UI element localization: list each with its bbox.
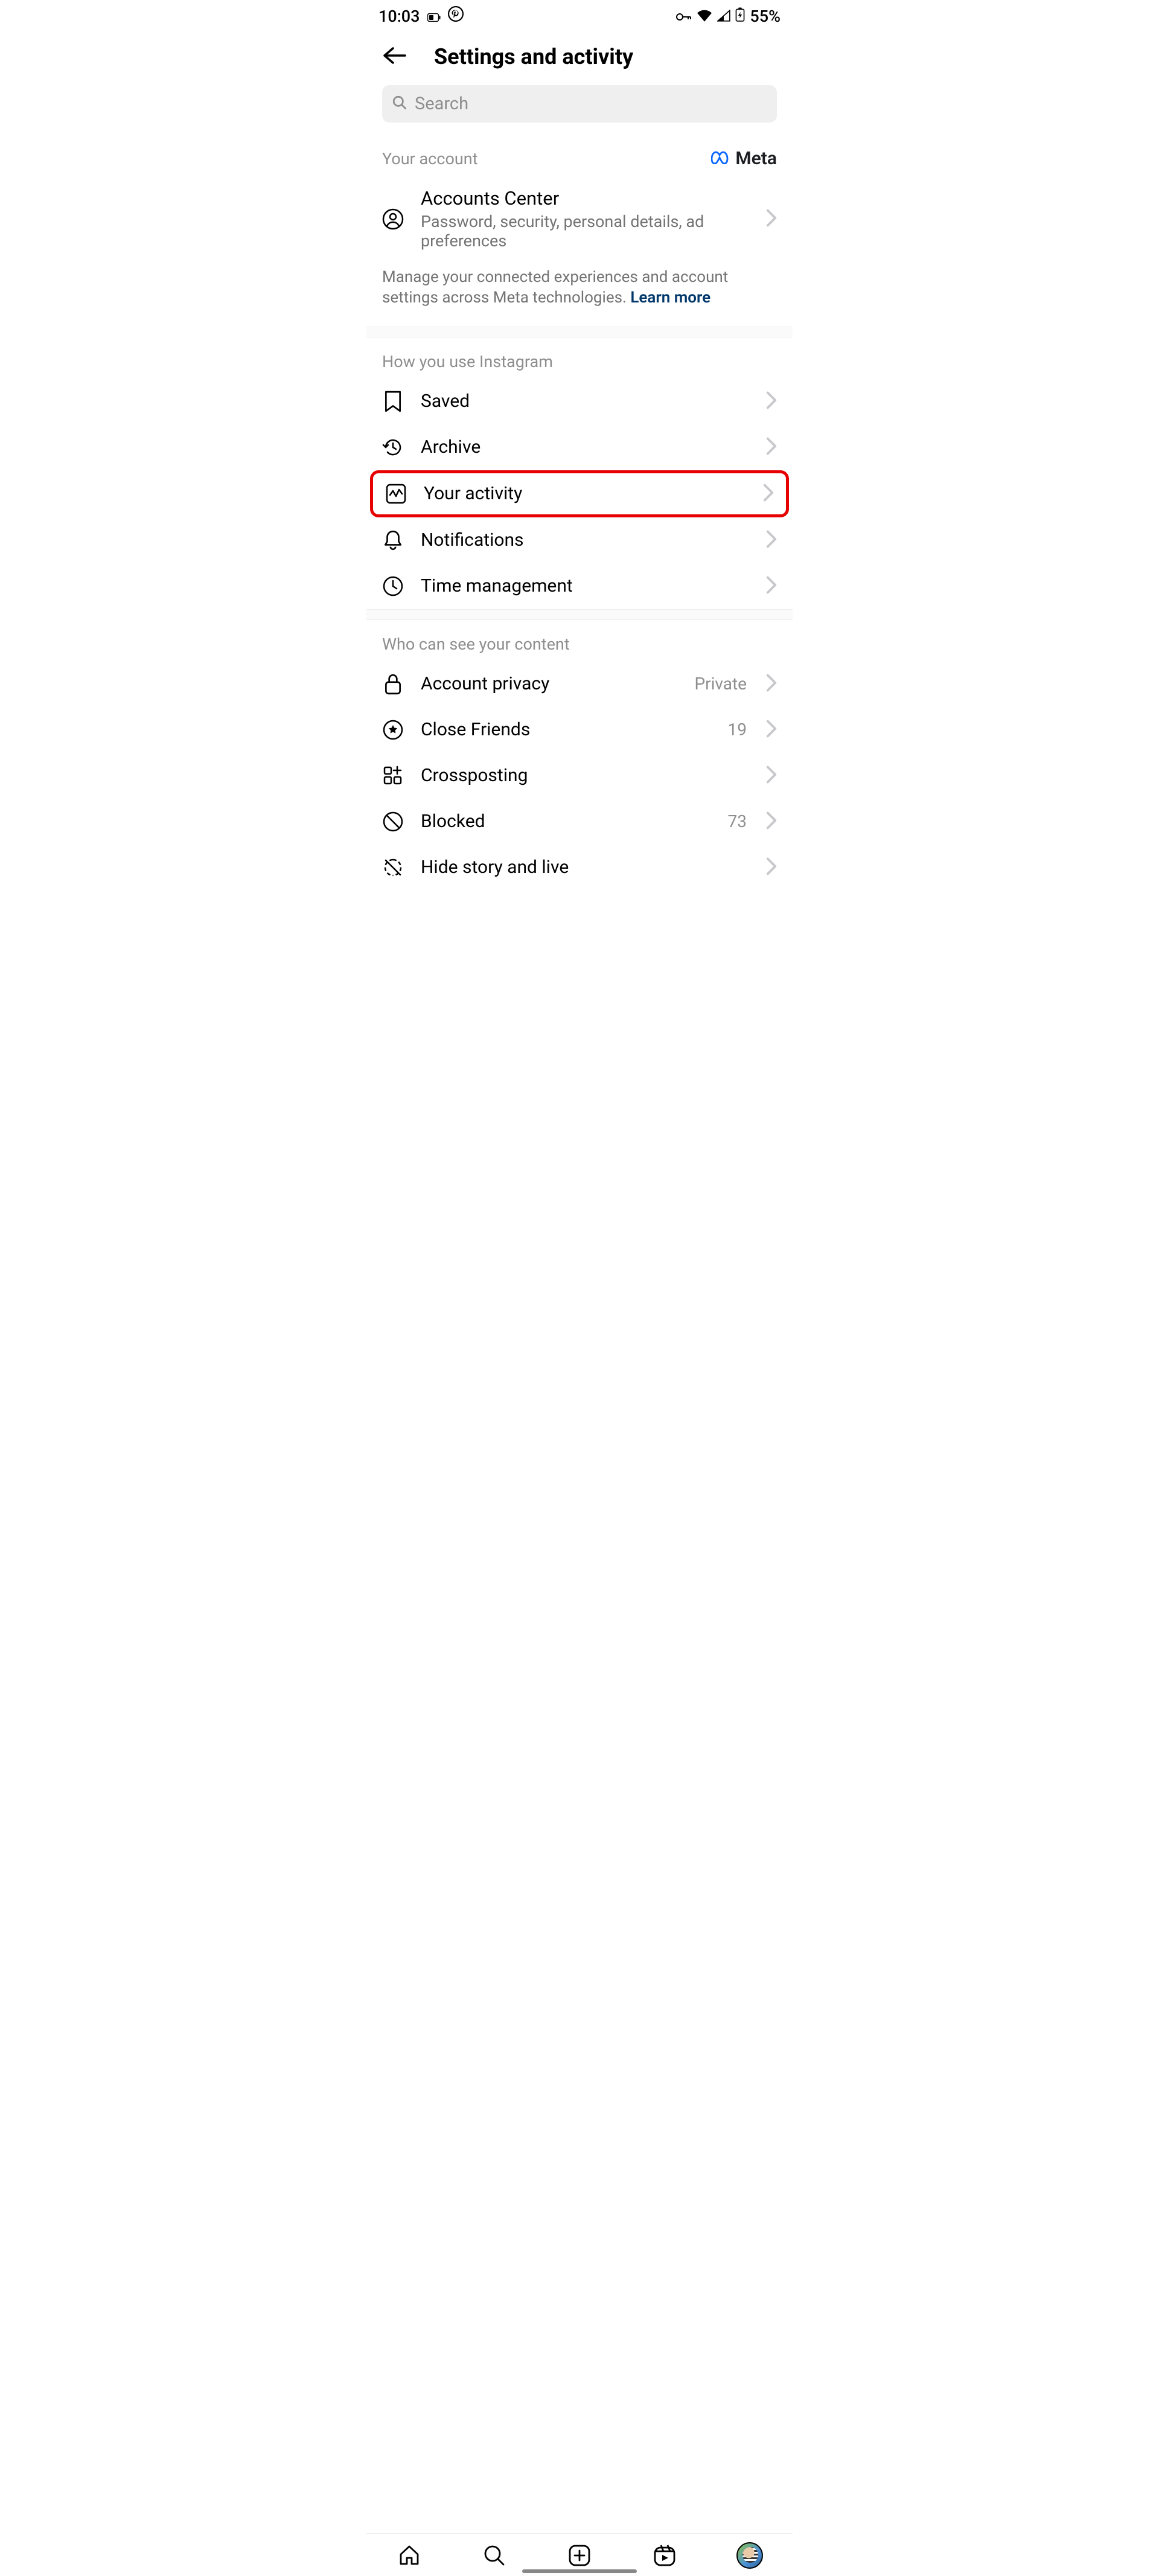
item-title: Archive: [421, 436, 749, 458]
chevron-right-icon: [766, 674, 777, 694]
item-subtitle: Password, security, personal details, ad…: [421, 212, 749, 251]
item-title: Notifications: [421, 529, 749, 551]
your-activity-highlight: Your activity: [370, 470, 789, 517]
profile-circle-icon: [382, 208, 404, 230]
search-placeholder: Search: [415, 94, 468, 114]
vpn-key-icon: [676, 7, 692, 26]
item-title: Time management: [421, 575, 749, 596]
back-button[interactable]: [382, 46, 406, 67]
signal-icon: [717, 7, 730, 26]
nav-search[interactable]: [481, 2542, 508, 2569]
nav-home[interactable]: [396, 2542, 423, 2569]
star-circle-icon: [382, 719, 404, 741]
status-time: 10:03: [378, 7, 420, 26]
account-privacy-item[interactable]: Account privacy Private: [366, 661, 793, 707]
item-value: 19: [728, 720, 747, 740]
avatar: [736, 2542, 763, 2569]
chevron-right-icon: [766, 209, 777, 229]
item-value: Private: [694, 674, 747, 694]
item-title: Your activity: [424, 483, 746, 504]
blocked-item[interactable]: Blocked 73: [366, 799, 793, 845]
hide-icon: [382, 857, 404, 878]
item-title: Close Friends: [421, 719, 711, 740]
bell-icon: [382, 529, 404, 551]
clock-icon: [382, 575, 404, 597]
meta-logo-icon: [711, 148, 732, 169]
section-how-you-use: How you use Instagram: [366, 337, 793, 379]
chevron-right-icon: [766, 720, 777, 740]
section-label: Your account: [382, 149, 477, 168]
block-icon: [382, 811, 404, 833]
grid-plus-icon: [382, 765, 404, 787]
nav-reels[interactable]: [651, 2542, 678, 2569]
status-bar: 10:03 55%: [366, 0, 793, 31]
chevron-right-icon: [766, 857, 777, 878]
wifi-icon: [697, 7, 712, 26]
item-value: 73: [728, 811, 747, 831]
pinterest-icon: [448, 6, 464, 26]
account-description: Manage your connected experiences and ac…: [366, 263, 793, 327]
chevron-right-icon: [766, 576, 777, 596]
section-your-account: Your account Meta: [366, 123, 793, 175]
page-header: Settings and activity: [366, 31, 793, 85]
chevron-right-icon: [766, 811, 777, 832]
archive-item[interactable]: Archive: [366, 424, 793, 470]
lock-icon: [382, 673, 404, 695]
nav-profile[interactable]: [736, 2542, 763, 2569]
chevron-right-icon: [766, 530, 777, 551]
meta-brand: Meta: [711, 148, 777, 169]
item-title: Accounts Center: [421, 187, 749, 209]
notifications-item[interactable]: Notifications: [366, 517, 793, 563]
accounts-center-item[interactable]: Accounts Center Password, security, pers…: [366, 175, 793, 263]
battery-small-icon: [427, 7, 441, 26]
item-title: Saved: [421, 391, 749, 412]
item-title: Crossposting: [421, 765, 749, 786]
history-icon: [382, 436, 404, 458]
hide-story-item[interactable]: Hide story and live: [366, 845, 793, 883]
your-activity-item[interactable]: Your activity: [373, 473, 786, 514]
saved-item[interactable]: Saved: [366, 379, 793, 424]
crossposting-item[interactable]: Crossposting: [366, 753, 793, 799]
section-who-can-see: Who can see your content: [366, 620, 793, 661]
item-title: Blocked: [421, 811, 711, 832]
page-title: Settings and activity: [434, 44, 633, 69]
time-management-item[interactable]: Time management: [366, 563, 793, 609]
item-title: Account privacy: [421, 673, 677, 694]
close-friends-item[interactable]: Close Friends 19: [366, 707, 793, 753]
item-title: Hide story and live: [421, 857, 749, 878]
nav-create[interactable]: [566, 2542, 593, 2569]
chevron-right-icon: [766, 391, 777, 412]
chevron-right-icon: [766, 437, 777, 458]
chevron-right-icon: [766, 765, 777, 786]
section-divider: [366, 327, 793, 337]
battery-percent: 55%: [750, 7, 781, 26]
activity-icon: [385, 483, 407, 505]
battery-icon: [735, 7, 745, 26]
search-icon: [392, 95, 407, 113]
learn-more-link[interactable]: Learn more: [630, 289, 710, 307]
search-input[interactable]: Search: [382, 85, 777, 123]
home-indicator: [522, 2569, 637, 2573]
section-divider: [366, 609, 793, 620]
chevron-right-icon: [763, 484, 774, 504]
bookmark-icon: [382, 391, 404, 412]
